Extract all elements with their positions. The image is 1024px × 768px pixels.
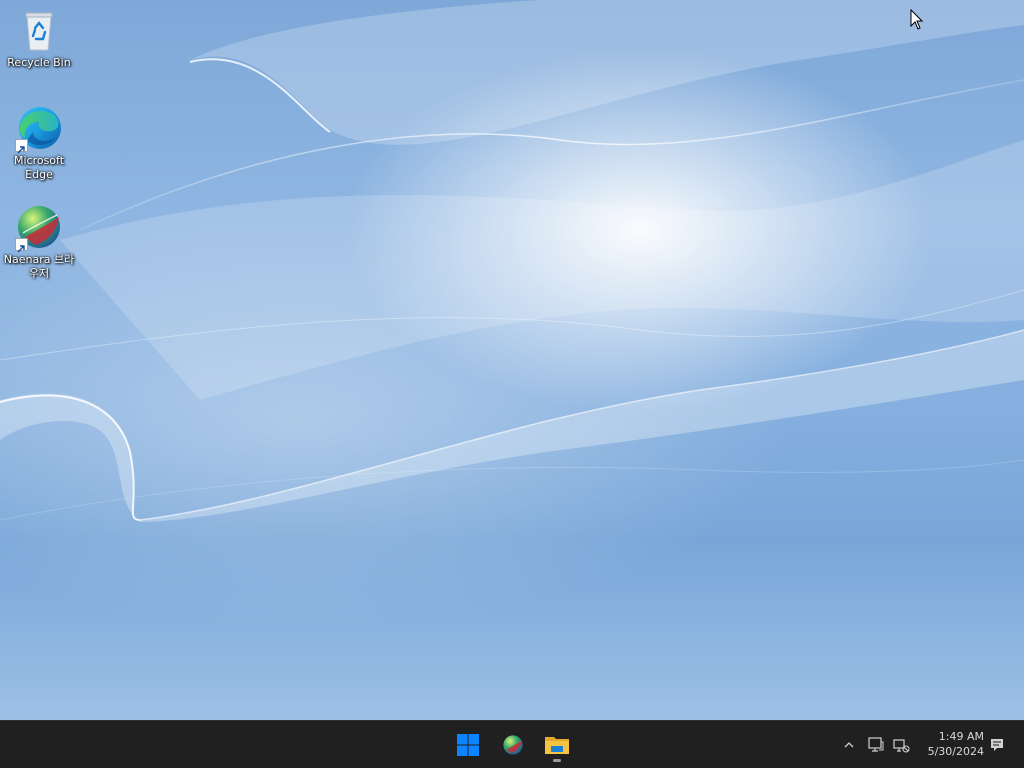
naenara-browser-icon [503, 735, 523, 755]
desktop-icon-naenara-browser[interactable]: Naenara 브라우저 [1, 203, 77, 281]
display-icon [868, 737, 884, 752]
desktop-icon-recycle-bin[interactable]: Recycle Bin [1, 6, 77, 70]
notification-icon [991, 739, 1003, 751]
shortcut-arrow-icon [15, 238, 28, 253]
chevron-up-icon [844, 742, 854, 748]
wallpaper-waves [0, 0, 1024, 522]
taskbar-clock[interactable]: 1:49 AM 5/30/2024 [918, 729, 984, 759]
file-explorer-taskbar-button[interactable] [538, 727, 576, 763]
windows-logo-icon [457, 734, 479, 756]
tray-display-button[interactable] [866, 735, 886, 755]
desktop-icon-label: Naenara 브라우저 [3, 253, 75, 280]
tray-network-button[interactable] [891, 735, 911, 755]
desktop-icon-label: Microsoft Edge [13, 154, 65, 181]
network-icon [893, 739, 910, 753]
desktop[interactable]: Recycle Bin Microsoft Edge Naenara 브라우저 [0, 0, 1024, 720]
shortcut-arrow-icon [15, 139, 28, 154]
desktop-icon-microsoft-edge[interactable]: Microsoft Edge [1, 104, 77, 182]
naenara-browser-icon [15, 203, 63, 253]
folder-icon [545, 737, 569, 754]
mouse-cursor-icon [910, 9, 924, 30]
show-hidden-icons-button[interactable] [839, 735, 859, 755]
edge-icon [15, 104, 63, 154]
clock-time: 1:49 AM [938, 730, 984, 743]
desktop-icon-label: Recycle Bin [7, 56, 71, 69]
taskbar: 1:49 AM 5/30/2024 [0, 720, 1024, 768]
naenara-browser-taskbar-button[interactable] [494, 727, 532, 763]
recycle-bin-icon [15, 6, 63, 54]
clock-date: 5/30/2024 [927, 745, 984, 758]
start-button[interactable] [449, 727, 487, 763]
running-indicator [553, 759, 561, 762]
notification-center-button[interactable] [987, 735, 1007, 755]
